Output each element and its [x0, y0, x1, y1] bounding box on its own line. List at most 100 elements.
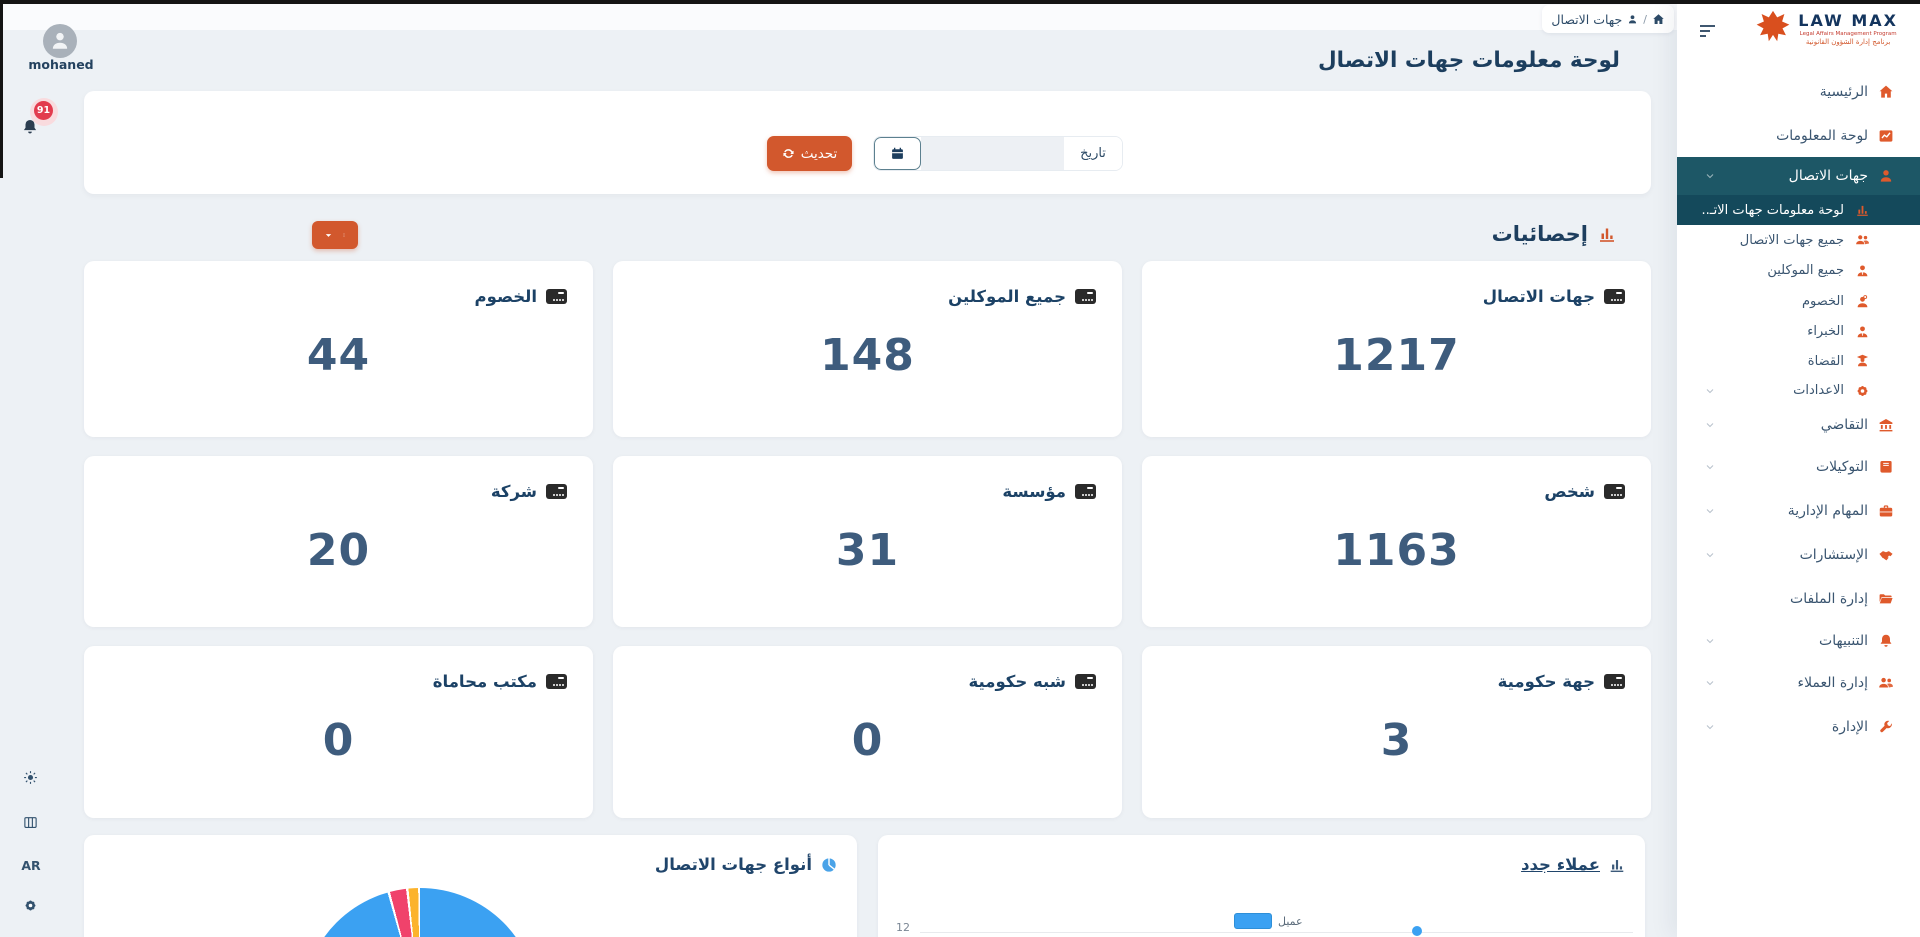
- chevron-down-icon: [1705, 506, 1715, 516]
- layout-columns-icon[interactable]: [23, 815, 38, 830]
- sidebar-item-icon: [1878, 719, 1894, 735]
- settings-gear-icon[interactable]: [23, 898, 38, 913]
- sidebar-item[interactable]: الخصوم: [1677, 286, 1920, 317]
- new-clients-chart-header: عملاء جدد: [1521, 855, 1626, 874]
- sidebar-item[interactable]: التوكيلات: [1677, 445, 1920, 489]
- stat-card-label: شبه حكومية: [968, 672, 1066, 691]
- legend-swatch: [1234, 913, 1272, 929]
- stat-card-label: شركة: [490, 482, 537, 501]
- sidebar-item[interactable]: الإدارة: [1677, 705, 1920, 749]
- sidebar-item-label: التوكيلات: [1815, 459, 1868, 475]
- sidebar-item-icon: [1878, 633, 1894, 649]
- app-window: mohaned 91 AR / جهات الاتصال لوحة معلوما…: [0, 0, 1920, 937]
- sidebar-menu: الرئيسية لوحة المعلومات جهات الاتصال لوح…: [1677, 70, 1920, 749]
- sidebar-item-icon: [1878, 128, 1894, 144]
- sidebar-item[interactable]: المهام الإدارية: [1677, 489, 1920, 533]
- sidebar-item-icon: [1878, 168, 1894, 184]
- sidebar-item-icon: [1855, 324, 1870, 339]
- chevron-down-icon: [1705, 678, 1715, 688]
- stat-card[interactable]: جهات الاتصال 1217: [1142, 261, 1651, 437]
- statistics-title: إحصائيات: [1491, 222, 1588, 246]
- stat-card[interactable]: مؤسسة 31: [613, 456, 1122, 627]
- stat-card-header: جهة حكومية: [1168, 672, 1625, 691]
- sidebar-item-icon: [1855, 383, 1870, 398]
- refresh-icon: [782, 147, 795, 160]
- sidebar-item[interactable]: لوحة معلومات جهات الاتـ..: [1677, 195, 1920, 225]
- sidebar-item-label: الإستشارات: [1799, 547, 1868, 563]
- contact-types-chart-title: أنواع جهات الاتصال: [654, 855, 812, 874]
- brand-logo[interactable]: LAW MAX Legal Affairs Management Program…: [1754, 8, 1898, 48]
- stats-grid: جهات الاتصال 1217 جميع الموكلين 148 الخص…: [84, 261, 1651, 818]
- stat-card-value: 0: [322, 715, 355, 766]
- statistics-section-header: إحصائيات: [1380, 222, 1617, 246]
- chevron-down-icon: [1705, 636, 1715, 646]
- stat-card[interactable]: جميع الموكلين 148: [613, 261, 1122, 437]
- sidebar-item[interactable]: إدارة العملاء: [1677, 661, 1920, 705]
- stat-card-label: جميع الموكلين: [948, 287, 1066, 306]
- sidebar-item-icon: [1878, 459, 1894, 475]
- sidebar-item-icon: [1855, 203, 1870, 218]
- sidebar-item-label: القضاة: [1807, 353, 1844, 369]
- sidebar-item[interactable]: القضاة: [1677, 346, 1920, 376]
- chevron-down-icon: [1705, 462, 1715, 472]
- sidebar-item[interactable]: جميع الموكلين: [1677, 255, 1920, 286]
- breadcrumb[interactable]: / جهات الاتصال: [1542, 5, 1674, 33]
- contact-card-icon: [546, 484, 567, 499]
- sidebar-item-icon: [1878, 503, 1894, 519]
- sidebar-item[interactable]: إدارة الملفات: [1677, 577, 1920, 621]
- sidebar-item[interactable]: جهات الاتصال: [1677, 157, 1920, 195]
- avatar[interactable]: [43, 24, 77, 58]
- sidebar-item-label: الإدارة: [1831, 719, 1868, 735]
- stat-card[interactable]: شركة 20: [84, 456, 593, 627]
- bell-icon[interactable]: [21, 118, 39, 136]
- language-toggle[interactable]: AR: [20, 858, 42, 873]
- stat-card[interactable]: شخص 1163: [1142, 456, 1651, 627]
- sidebar-item[interactable]: الإستشارات: [1677, 533, 1920, 577]
- sidebar-item-icon: [1878, 84, 1894, 100]
- stat-card[interactable]: مكتب محاماة 0: [84, 646, 593, 818]
- gridline: [920, 932, 1633, 933]
- window-top-edge: [0, 0, 1920, 4]
- legend-label: عميل: [1278, 914, 1303, 928]
- stat-card[interactable]: جهة حكومية 3: [1142, 646, 1651, 818]
- sidebar-item-label: التقاضي: [1820, 417, 1868, 433]
- new-clients-chart-card: عملاء جدد عميل 12: [878, 835, 1645, 937]
- calendar-button[interactable]: [874, 137, 921, 170]
- contact-card-icon: [1075, 674, 1096, 689]
- sidebar-item[interactable]: التنبيهات: [1677, 621, 1920, 661]
- chevron-down-icon: [1705, 386, 1715, 396]
- caret-down-icon: [324, 231, 333, 240]
- sidebar-item[interactable]: الرئيسية: [1677, 70, 1920, 114]
- chevron-down-icon: [1705, 420, 1715, 430]
- theme-toggle-sun-icon[interactable]: [23, 770, 38, 785]
- hamburger-menu-icon[interactable]: [1698, 23, 1718, 39]
- brand-emblem-icon: [1754, 8, 1792, 48]
- refresh-button[interactable]: تحديث: [767, 136, 852, 171]
- contact-card-icon: [546, 289, 567, 304]
- filter-card: تاريخ تحديث: [84, 91, 1651, 194]
- sidebar: LAW MAX Legal Affairs Management Program…: [1677, 0, 1920, 937]
- dots-vertical-icon: [342, 229, 346, 241]
- window-left-edge: [0, 0, 3, 178]
- stat-card-label: مكتب محاماة: [432, 672, 537, 691]
- home-icon[interactable]: [1652, 13, 1665, 26]
- y-axis-tick: 12: [896, 921, 910, 934]
- stat-card-value: 20: [306, 525, 371, 576]
- stat-card-header: جميع الموكلين: [639, 287, 1096, 306]
- statistics-options-button[interactable]: [312, 221, 358, 249]
- sidebar-item[interactable]: جميع جهات الاتصال: [1677, 225, 1920, 255]
- stat-card[interactable]: شبه حكومية 0: [613, 646, 1122, 818]
- sidebar-item-label: جهات الاتصال: [1788, 168, 1868, 184]
- date-input[interactable]: [921, 137, 1064, 170]
- date-label: تاريخ: [1064, 137, 1122, 170]
- chart-legend[interactable]: عميل: [1234, 913, 1303, 929]
- brand-subtitle-ar: برنامج إدارة الشؤون القانونية: [1805, 37, 1891, 46]
- stat-card[interactable]: الخصوم 44: [84, 261, 593, 437]
- sidebar-item[interactable]: الاعدادات: [1677, 376, 1920, 405]
- line-chart-data-point[interactable]: [1412, 926, 1422, 936]
- donut-chart[interactable]: [302, 888, 538, 937]
- sidebar-item[interactable]: التقاضي: [1677, 405, 1920, 445]
- sidebar-item[interactable]: الخبراء: [1677, 317, 1920, 346]
- sidebar-item[interactable]: لوحة المعلومات: [1677, 114, 1920, 157]
- sidebar-header: LAW MAX Legal Affairs Management Program…: [1677, 0, 1920, 70]
